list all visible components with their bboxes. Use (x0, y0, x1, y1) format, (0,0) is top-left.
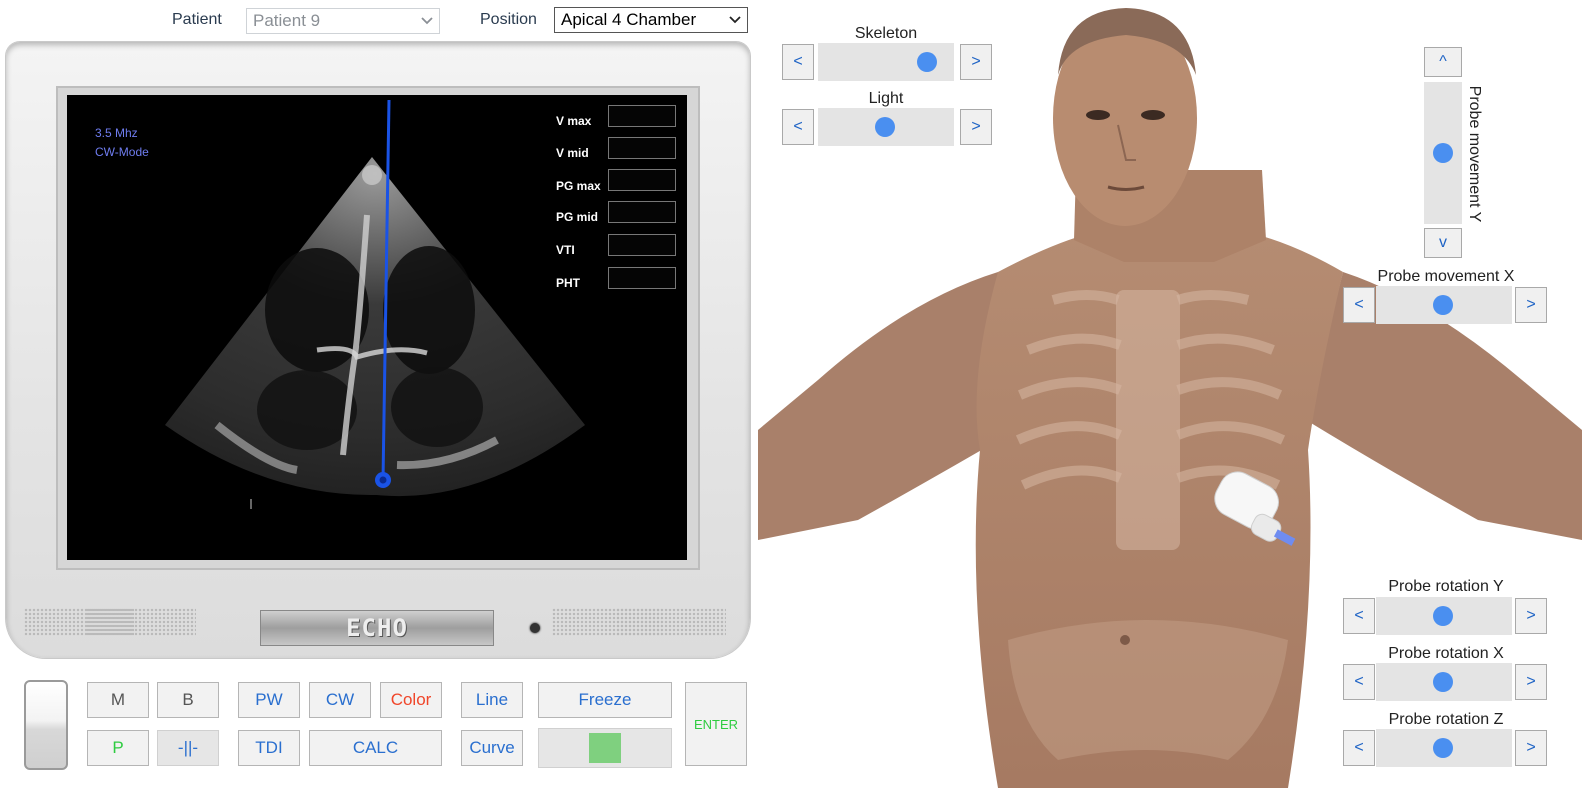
probe-movement-y-thumb[interactable] (1433, 143, 1453, 163)
p-button[interactable]: P (87, 730, 149, 766)
pht-label: PHT (556, 276, 580, 290)
probe-rotation-x-thumb[interactable] (1433, 672, 1453, 692)
ultrasound-screen[interactable]: 3.5 Mhz CW-Mode V max V mid PG max PG mi… (67, 95, 687, 560)
light-slider-thumb[interactable] (875, 117, 895, 137)
calc-button[interactable]: CALC (309, 730, 442, 766)
probe-movement-x-label: Probe movement X (1377, 268, 1515, 285)
pgmax-label: PG max (556, 179, 601, 193)
probe-movement-x-thumb[interactable] (1433, 295, 1453, 315)
probe-rotation-z-decrease-button[interactable]: < (1343, 730, 1375, 766)
probe-rotation-x-label: Probe rotation X (1388, 645, 1504, 662)
light-slider[interactable] (818, 108, 954, 146)
patient-label: Patient (172, 11, 222, 28)
enter-button[interactable]: ENTER (685, 682, 747, 766)
speaker-grille-right (616, 608, 726, 636)
probe-rotation-x-slider[interactable] (1376, 663, 1512, 701)
probe-rotation-y-slider[interactable] (1376, 597, 1512, 635)
probe-rotation-y-increase-button[interactable]: > (1515, 598, 1547, 634)
probe-rotation-z-thumb[interactable] (1433, 738, 1453, 758)
probe-rotation-y-label: Probe rotation Y (1388, 578, 1504, 595)
color-button[interactable]: Color (380, 682, 442, 718)
light-label: Light (868, 90, 904, 107)
pw-button[interactable]: PW (238, 682, 300, 718)
echo-sector-image (165, 99, 585, 509)
chevron-down-icon (729, 16, 741, 24)
probe-movement-x-slider[interactable] (1376, 286, 1512, 324)
freeze-button[interactable]: Freeze (538, 682, 672, 718)
chevron-down-icon (421, 17, 433, 25)
freeze-indicator-light (589, 733, 621, 763)
probe-rotation-z-label: Probe rotation Z (1388, 711, 1504, 728)
vmax-label: V max (556, 114, 592, 128)
skeleton-slider-thumb[interactable] (917, 52, 937, 72)
skeleton-slider[interactable] (818, 43, 954, 81)
power-toggle-switch[interactable] (24, 680, 68, 770)
probe-rotation-z-increase-button[interactable]: > (1515, 730, 1547, 766)
probe-rotation-x-decrease-button[interactable]: < (1343, 664, 1375, 700)
position-label: Position (480, 11, 537, 28)
patient-select-value: Patient 9 (253, 11, 321, 30)
skeleton-decrease-button[interactable]: < (782, 44, 814, 80)
probe-rotation-y-decrease-button[interactable]: < (1343, 598, 1375, 634)
vti-field (608, 234, 676, 256)
pgmid-field (608, 201, 676, 223)
ultrasound-monitor: 3.5 Mhz CW-Mode V max V mid PG max PG mi… (6, 42, 750, 658)
light-decrease-button[interactable]: < (782, 109, 814, 145)
probe-movement-y-label: Probe movement Y (1466, 85, 1483, 223)
probe-move-up-button[interactable]: ^ (1424, 47, 1462, 77)
m-mode-button[interactable]: M (87, 682, 149, 718)
split-screen-button[interactable]: -||- (157, 730, 219, 766)
curve-button[interactable]: Curve (461, 730, 523, 766)
skeleton-label: Skeleton (854, 25, 918, 42)
power-led-icon (530, 623, 540, 633)
tdi-button[interactable]: TDI (238, 730, 300, 766)
vmax-field (608, 105, 676, 127)
cw-button[interactable]: CW (309, 682, 371, 718)
position-select-value: Apical 4 Chamber (561, 10, 697, 29)
pgmax-field (608, 169, 676, 191)
vti-label: VTI (556, 243, 575, 257)
pht-field (608, 267, 676, 289)
probe-rotation-z-slider[interactable] (1376, 729, 1512, 767)
light-increase-button[interactable]: > (960, 109, 992, 145)
probe-movement-y-slider[interactable] (1424, 82, 1462, 224)
probe-move-x-decrease-button[interactable]: < (1343, 287, 1375, 323)
patient-select[interactable]: Patient 9 (246, 8, 440, 34)
vmid-field (608, 137, 676, 159)
probe-move-down-button[interactable]: v (1424, 228, 1462, 258)
echo-simulator: Patient Patient 9 Position Apical 4 Cham… (0, 0, 1582, 788)
pgmid-label: PG mid (556, 210, 599, 224)
position-select[interactable]: Apical 4 Chamber (554, 7, 748, 33)
probe-move-x-increase-button[interactable]: > (1515, 287, 1547, 323)
probe-rotation-x-increase-button[interactable]: > (1515, 664, 1547, 700)
body-3d-viewport[interactable]: Skeleton < > Light < > ^ v Probe movemen… (758, 0, 1582, 788)
speaker-grille-left-inner (86, 608, 196, 636)
freeze-indicator-panel (538, 728, 672, 768)
vmid-label: V mid (556, 146, 589, 160)
line-button[interactable]: Line (461, 682, 523, 718)
probe-rotation-y-thumb[interactable] (1433, 606, 1453, 626)
skeleton-increase-button[interactable]: > (960, 44, 992, 80)
b-mode-button[interactable]: B (157, 682, 219, 718)
echo-brand-plate: ECHO (260, 610, 494, 646)
